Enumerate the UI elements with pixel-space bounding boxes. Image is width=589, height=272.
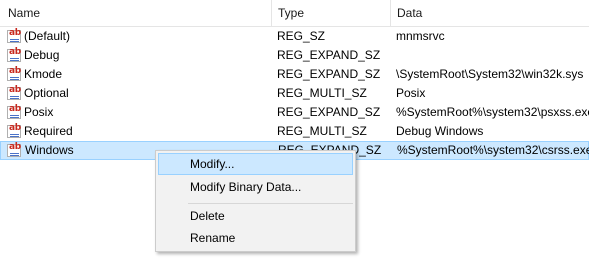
value-name: Required	[24, 124, 73, 138]
registry-value-row[interactable]: ab Kmode REG_EXPAND_SZ \SystemRoot\Syste…	[0, 65, 589, 84]
registry-value-row[interactable]: ab Debug REG_EXPAND_SZ	[0, 46, 589, 65]
value-data: %SystemRoot%\system32\psxss.exe	[396, 105, 589, 119]
column-header: Name Type Data	[0, 0, 589, 27]
string-value-icon: ab	[7, 85, 21, 100]
value-type: REG_EXPAND_SZ	[277, 105, 381, 119]
registry-value-row[interactable]: ab Optional REG_MULTI_SZ Posix	[0, 84, 589, 103]
column-header-type[interactable]: Type	[272, 0, 390, 27]
menu-item-modify-binary-data[interactable]: Modify Binary Data...	[158, 176, 353, 198]
value-name: (Default)	[24, 29, 71, 43]
value-type: REG_EXPAND_SZ	[277, 67, 381, 81]
value-name: Posix	[24, 105, 54, 119]
value-data: Posix	[396, 86, 426, 100]
string-value-icon: ab	[7, 123, 21, 138]
value-data: \SystemRoot\System32\win32k.sys	[396, 67, 584, 81]
value-type: REG_SZ	[277, 29, 326, 43]
registry-value-row[interactable]: ab Posix REG_EXPAND_SZ %SystemRoot%\syst…	[0, 103, 589, 122]
value-type: REG_EXPAND_SZ	[277, 48, 381, 62]
string-value-icon: ab	[7, 104, 21, 119]
value-name: Kmode	[24, 67, 63, 81]
string-value-icon: ab	[7, 47, 21, 62]
menu-item-delete[interactable]: Delete	[158, 205, 353, 227]
value-data	[396, 46, 589, 65]
value-name: Debug	[24, 48, 60, 62]
column-header-name[interactable]: Name	[2, 0, 270, 27]
registry-value-row[interactable]: ab (Default) REG_SZ mnmsrvc	[0, 27, 589, 46]
value-data: %SystemRoot%\system32\csrss.exe	[397, 143, 589, 157]
context-menu: Modify... Modify Binary Data... Delete R…	[155, 150, 356, 252]
menu-separator	[188, 203, 353, 204]
registry-value-row[interactable]: ab Required REG_MULTI_SZ Debug Windows	[0, 122, 589, 141]
column-header-data[interactable]: Data	[391, 0, 589, 27]
value-data: Debug Windows	[396, 124, 484, 138]
menu-item-rename[interactable]: Rename	[158, 227, 353, 249]
value-type: REG_MULTI_SZ	[277, 124, 367, 138]
value-name: Optional	[24, 86, 69, 100]
string-value-icon: ab	[7, 142, 21, 157]
value-data: mnmsrvc	[396, 29, 445, 43]
menu-item-modify[interactable]: Modify...	[158, 153, 353, 175]
string-value-icon: ab	[7, 66, 21, 81]
value-type: REG_MULTI_SZ	[277, 86, 367, 100]
string-value-icon: ab	[7, 28, 21, 43]
